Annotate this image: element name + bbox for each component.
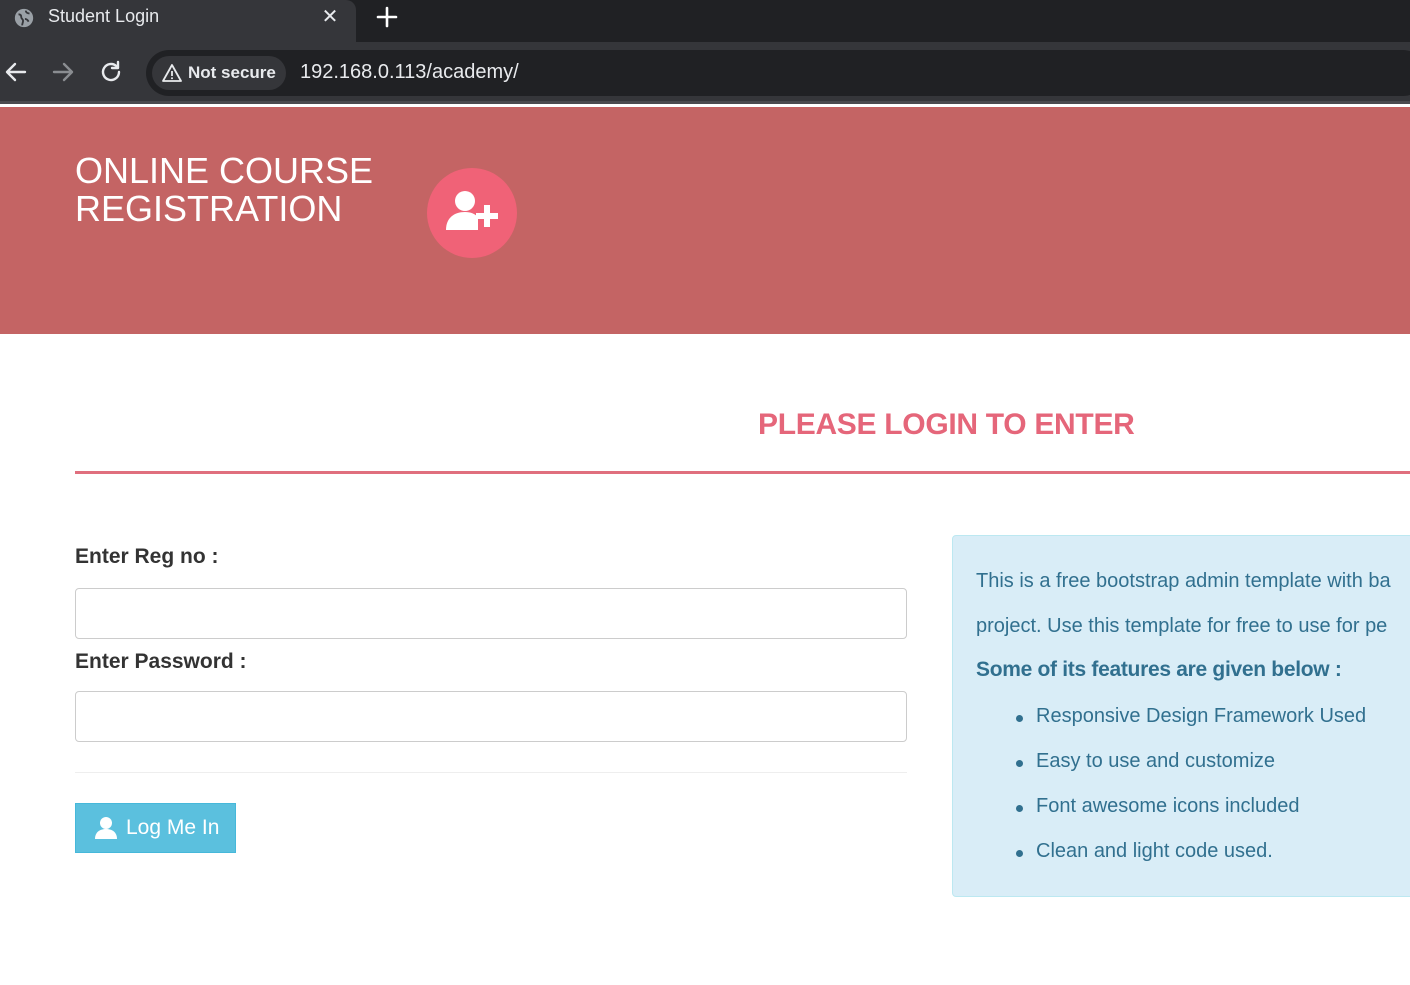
list-item: Clean and light code used. (1016, 840, 1273, 862)
site-header: ONLINE COURSE REGISTRATION (0, 107, 1410, 334)
browser-tab-bar: Student Login ✕ (0, 0, 1410, 42)
info-text-line-2: project. Use this template for free to u… (976, 615, 1388, 637)
header-badge (427, 168, 517, 258)
info-panel: This is a free bootstrap admin template … (952, 535, 1410, 897)
info-text-line-1: This is a free bootstrap admin template … (976, 570, 1391, 592)
browser-toolbar: Not secure 192.168.0.113/academy/ (0, 42, 1410, 104)
address-bar[interactable]: Not secure 192.168.0.113/academy/ (146, 50, 1410, 96)
list-item: Font awesome icons included (1015, 795, 1300, 817)
login-button-label: Log Me In (126, 816, 220, 839)
security-indicator[interactable]: Not secure (152, 56, 286, 90)
reload-icon[interactable] (97, 58, 125, 86)
user-plus-icon (446, 191, 498, 230)
regno-input[interactable] (75, 588, 907, 639)
list-item: Responsive Design Framework Used (1015, 705, 1367, 727)
tab-title: Student Login (48, 6, 160, 26)
browser-tab-student-login[interactable]: Student Login ✕ (0, 0, 356, 42)
password-label: Enter Password : (75, 650, 247, 673)
site-title: ONLINE COURSE REGISTRATION (75, 150, 374, 229)
forward-arrow-icon[interactable] (49, 58, 77, 86)
regno-label: Enter Reg no : (75, 545, 219, 568)
new-tab-icon[interactable] (372, 2, 402, 32)
login-button[interactable]: Log Me In (75, 803, 236, 853)
page-title: PLEASE LOGIN TO ENTER (758, 408, 1135, 441)
heading-divider (75, 471, 1410, 474)
form-divider (75, 772, 907, 773)
features-heading: Some of its features are given below : (976, 658, 1342, 681)
url-text[interactable]: 192.168.0.113/academy/ (300, 61, 519, 84)
user-icon (95, 817, 117, 839)
password-input[interactable] (75, 691, 907, 742)
back-arrow-icon[interactable] (2, 58, 30, 86)
close-tab-icon[interactable]: ✕ (318, 5, 342, 29)
list-item: Easy to use and customize (1015, 750, 1276, 772)
not-secure-label: Not secure (188, 63, 276, 82)
globe-icon (14, 8, 34, 28)
warning-icon (162, 64, 182, 82)
